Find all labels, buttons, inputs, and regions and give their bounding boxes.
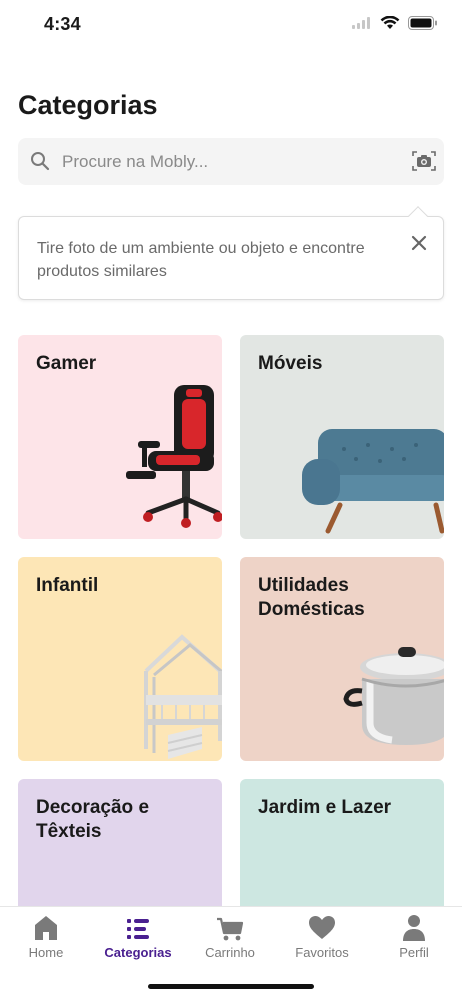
category-label: Utilidades Domésticas <box>258 575 365 620</box>
tab-label: Perfil <box>399 945 429 960</box>
home-icon <box>35 916 57 940</box>
person-icon <box>403 915 425 941</box>
heart-icon <box>309 916 335 939</box>
camera-search-tooltip: Tire foto de um ambiente ou objeto e enc… <box>18 206 444 300</box>
signal-icon <box>352 17 370 29</box>
search-icon <box>31 152 50 171</box>
tab-label: Carrinho <box>205 945 255 960</box>
search-input[interactable] <box>62 138 392 185</box>
page-title: Categorias <box>18 90 158 120</box>
tab-label: Categorias <box>104 945 172 960</box>
cart-icon <box>217 917 244 941</box>
camera-search-icon[interactable] <box>412 150 436 172</box>
category-label: Infantil <box>36 575 99 596</box>
tooltip-text: Tire foto de um ambiente ou objeto e enc… <box>37 240 365 280</box>
status-time: 4:34 <box>44 14 81 34</box>
category-label: Jardim e Lazer <box>258 797 392 818</box>
search-box[interactable] <box>18 138 444 185</box>
status-icons <box>352 16 438 30</box>
category-label: Gamer <box>36 353 97 374</box>
tab-home[interactable]: Home <box>0 913 92 973</box>
tab-carrinho[interactable]: Carrinho <box>184 913 276 973</box>
close-icon[interactable] <box>411 235 427 251</box>
tab-perfil[interactable]: Perfil <box>368 913 460 973</box>
category-label: Móveis <box>258 353 323 374</box>
kids-bed-image <box>144 634 222 759</box>
category-card-utilidades-domesticas[interactable]: Utilidades Domésticas <box>240 557 444 761</box>
category-card-gamer[interactable]: Gamer <box>18 335 222 539</box>
home-indicator <box>148 984 314 989</box>
gamer-chair-image <box>126 385 222 528</box>
tab-label: Home <box>28 945 64 960</box>
battery-icon <box>408 16 437 30</box>
tab-label: Favoritos <box>295 945 349 960</box>
wifi-icon <box>380 16 400 29</box>
tooltip-arrow <box>408 206 428 226</box>
sofa-image <box>302 429 444 534</box>
category-label: Decoração e Têxteis <box>36 797 150 842</box>
status-bar: 4:34 <box>0 0 462 50</box>
tab-favoritos[interactable]: Favoritos <box>276 913 368 973</box>
category-card-infantil[interactable]: Infantil <box>18 557 222 761</box>
list-icon <box>127 919 149 939</box>
tab-categorias[interactable]: Categorias <box>92 913 184 973</box>
cooking-pot-image <box>343 647 444 745</box>
category-card-moveis[interactable]: Móveis <box>240 335 444 539</box>
